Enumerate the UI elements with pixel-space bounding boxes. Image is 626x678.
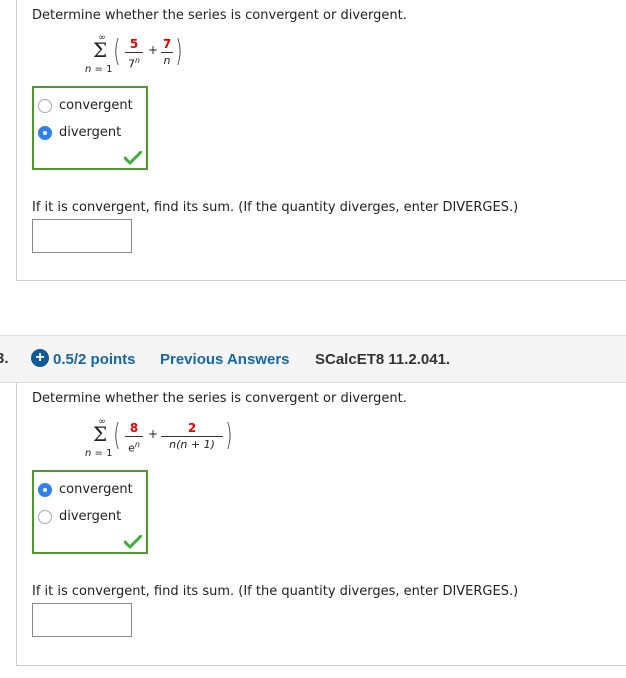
radio-button[interactable] [38,509,52,524]
choice-divergent[interactable]: divergent [38,509,121,524]
sum-prompt: If it is convergent, find its sum. (If t… [32,200,519,215]
plus-sign: + [148,43,159,57]
answer-choices: convergent divergent [32,86,148,170]
answer-choices: convergent divergent [32,470,148,554]
points-link[interactable]: 0.5/2 points [53,351,136,368]
right-paren: ) [225,418,233,453]
series-expression: ∞ Σ n = 1 ( 5 7n + 7 n ) [85,34,245,84]
question-number: 3. [0,350,9,367]
right-paren: ) [175,34,183,69]
left-paren: ( [113,418,121,453]
sum-lower-limit: n = 1 [85,64,113,75]
sum-answer-input[interactable] [32,603,132,637]
question-source: SCalcET8 11.2.041. [315,351,451,368]
choice-convergent[interactable]: convergent [38,482,133,497]
previous-answers-link[interactable]: Previous Answers [160,351,290,368]
fraction-term2: 7 n [161,37,173,67]
radio-button[interactable] [38,98,52,113]
question-panel: Determine whether the series is converge… [16,0,626,281]
fraction-term2: 2 n(n + 1) [161,422,223,451]
sum-answer-input[interactable] [32,219,132,253]
radio-button-selected[interactable] [38,125,52,140]
fraction-term1: 5 7n [125,38,143,71]
sigma-symbol: Σ [93,422,108,446]
series-expression: ∞ Σ n = 1 ( 8 en + 2 n(n + 1) ) [85,418,245,468]
sigma-symbol: Σ [93,38,108,62]
checkmark-icon [124,151,142,165]
radio-button-selected[interactable] [38,482,52,497]
question-header: 3. + 0.5/2 points Previous Answers SCalc… [0,335,626,383]
question-panel: Determine whether the series is converge… [16,383,626,666]
sum-lower-limit: n = 1 [85,448,113,459]
choice-convergent[interactable]: convergent [38,98,133,113]
fraction-term1: 8 en [125,422,143,455]
left-paren: ( [113,34,121,69]
sum-prompt: If it is convergent, find its sum. (If t… [32,584,519,599]
choice-divergent[interactable]: divergent [38,125,121,140]
plus-sign: + [148,427,159,441]
question-prompt: Determine whether the series is converge… [32,8,407,23]
checkmark-icon [124,535,142,549]
question-prompt: Determine whether the series is converge… [32,391,407,406]
plus-circle-icon[interactable]: + [31,349,49,367]
